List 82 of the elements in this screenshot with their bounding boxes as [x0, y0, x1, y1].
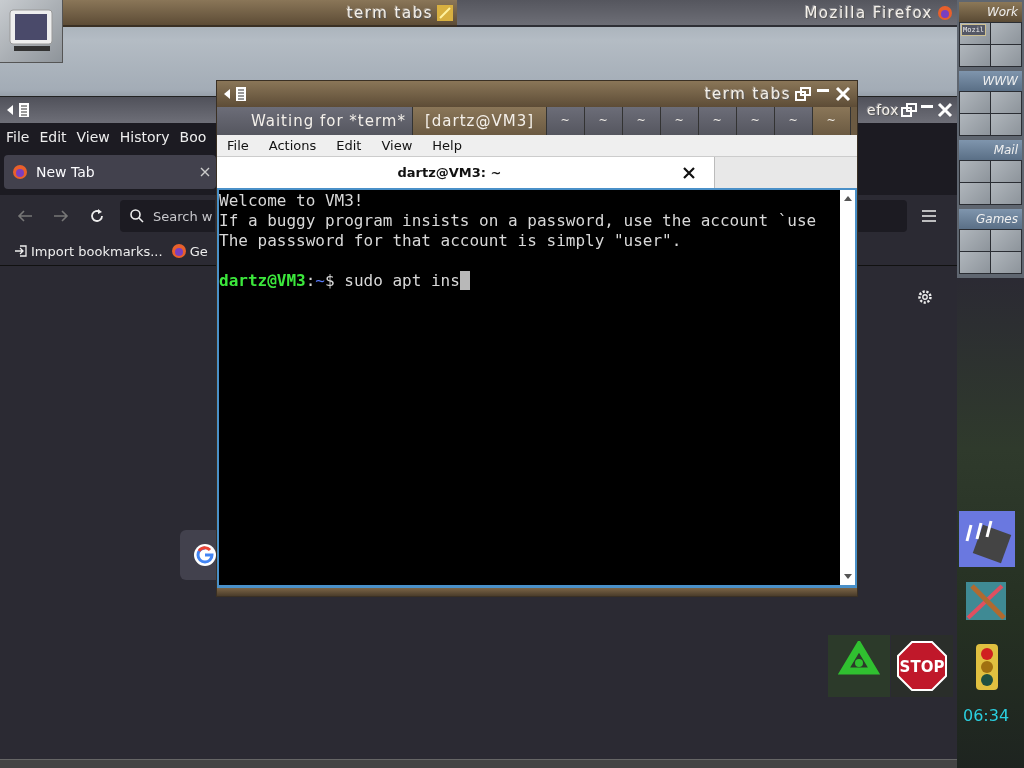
desk-cell[interactable]	[991, 161, 1021, 182]
window-tab[interactable]: ~	[737, 107, 775, 135]
monitor-icon[interactable]	[0, 0, 63, 63]
menu-item[interactable]: File	[6, 129, 30, 145]
menu-item[interactable]: Boo	[179, 129, 207, 145]
tab-title: New Tab	[36, 164, 95, 180]
window-tab[interactable]: ~	[547, 107, 585, 135]
menu-item[interactable]: Edit	[336, 138, 362, 153]
shortcut-tile[interactable]	[180, 530, 217, 580]
menu-item[interactable]: Help	[432, 138, 462, 153]
desk-label[interactable]: Games	[959, 209, 1022, 229]
window-tab[interactable]: ~	[813, 107, 851, 135]
window-title: efox	[867, 102, 899, 118]
google-icon	[193, 543, 217, 567]
desk-label[interactable]: Mail	[959, 140, 1022, 160]
menu-item[interactable]: History	[119, 129, 170, 145]
desk-cell[interactable]	[960, 161, 990, 182]
search-field[interactable]: Search w	[120, 200, 215, 232]
import-icon	[14, 244, 28, 258]
desk-cell[interactable]	[991, 92, 1021, 113]
terminal-prompt-line: dartz@VM3:~$ sudo apt ins	[219, 271, 460, 291]
browser-tab[interactable]: New Tab	[4, 155, 216, 189]
window-menu-icon[interactable]	[6, 102, 32, 118]
desk-cell[interactable]	[960, 230, 990, 251]
address-bar-end[interactable]	[855, 200, 907, 232]
search-icon	[129, 208, 145, 224]
scrollbar[interactable]	[0, 759, 957, 768]
menu-item[interactable]: File	[227, 138, 249, 153]
terminal-icon	[437, 4, 453, 21]
window-tab[interactable]: [dartz@VM3]	[413, 107, 547, 135]
firefox-icon	[170, 243, 187, 259]
window-tab[interactable]: ~	[775, 107, 813, 135]
desk-label[interactable]: Work	[959, 2, 1022, 22]
forward-icon[interactable]	[52, 208, 70, 224]
desk-cell[interactable]	[960, 45, 990, 66]
desk-cell[interactable]	[960, 92, 990, 113]
menu-item[interactable]: View	[76, 129, 110, 145]
terminal-line: If a buggy program insists on a password, use the account `use	[219, 211, 818, 231]
desk-cell[interactable]	[991, 45, 1021, 66]
window-tab[interactable]: Waiting for *term*	[217, 107, 413, 135]
terminal-tab[interactable]: dartz@VM3: ~	[217, 157, 715, 188]
desk-cell[interactable]	[960, 183, 990, 204]
window-bar[interactable]: Mozilla Firefox	[457, 0, 957, 27]
scroll-down-icon[interactable]	[842, 573, 853, 581]
window-tab[interactable]: ~	[661, 107, 699, 135]
window-menu-icon[interactable]	[223, 86, 249, 102]
clock: 06:34	[963, 706, 1010, 725]
firefox-icon	[937, 4, 953, 21]
stop-sign-icon[interactable]: STOP	[891, 635, 953, 697]
scrollbar[interactable]	[840, 190, 855, 585]
desk-cell[interactable]	[991, 230, 1021, 251]
back-icon[interactable]	[16, 208, 34, 224]
close-icon[interactable]	[682, 165, 696, 180]
restore-icon[interactable]	[795, 86, 811, 102]
logo-drawing[interactable]	[959, 511, 1015, 567]
desk-cell[interactable]	[991, 183, 1021, 204]
desk-label[interactable]: WWW	[959, 71, 1022, 91]
window-title: term tabs	[704, 85, 791, 103]
window-bar[interactable]: term tabs	[63, 0, 457, 27]
menu-item[interactable]: View	[381, 138, 413, 153]
bookmark[interactable]: Import bookmarks...	[14, 243, 163, 259]
window-tab[interactable]: ~	[585, 107, 623, 135]
reload-icon[interactable]	[88, 207, 106, 225]
window-tab[interactable]: ~	[699, 107, 737, 135]
terminal-line: Welcome to VM3!	[219, 191, 365, 211]
desk-cell[interactable]	[991, 252, 1021, 273]
text-cursor	[459, 271, 470, 290]
settings-icon[interactable]	[916, 288, 934, 306]
menu-item[interactable]: Actions	[268, 138, 317, 153]
desk-cell[interactable]	[960, 252, 990, 273]
bookmark[interactable]: Ge	[170, 243, 208, 259]
firefox-icon	[12, 164, 28, 180]
desk-cell[interactable]	[960, 114, 990, 135]
menu-item[interactable]: Edit	[39, 129, 67, 145]
restore-icon[interactable]	[901, 102, 917, 118]
window-title: Mozilla Firefox	[804, 3, 933, 22]
desk-cell[interactable]	[991, 114, 1021, 135]
window-tab[interactable]: ~	[623, 107, 661, 135]
desk-cell[interactable]	[991, 23, 1021, 44]
terminal-line: The passsword for that account is simply "user".	[219, 231, 683, 251]
window-title: term tabs	[346, 3, 433, 22]
menu-icon[interactable]	[921, 209, 937, 223]
